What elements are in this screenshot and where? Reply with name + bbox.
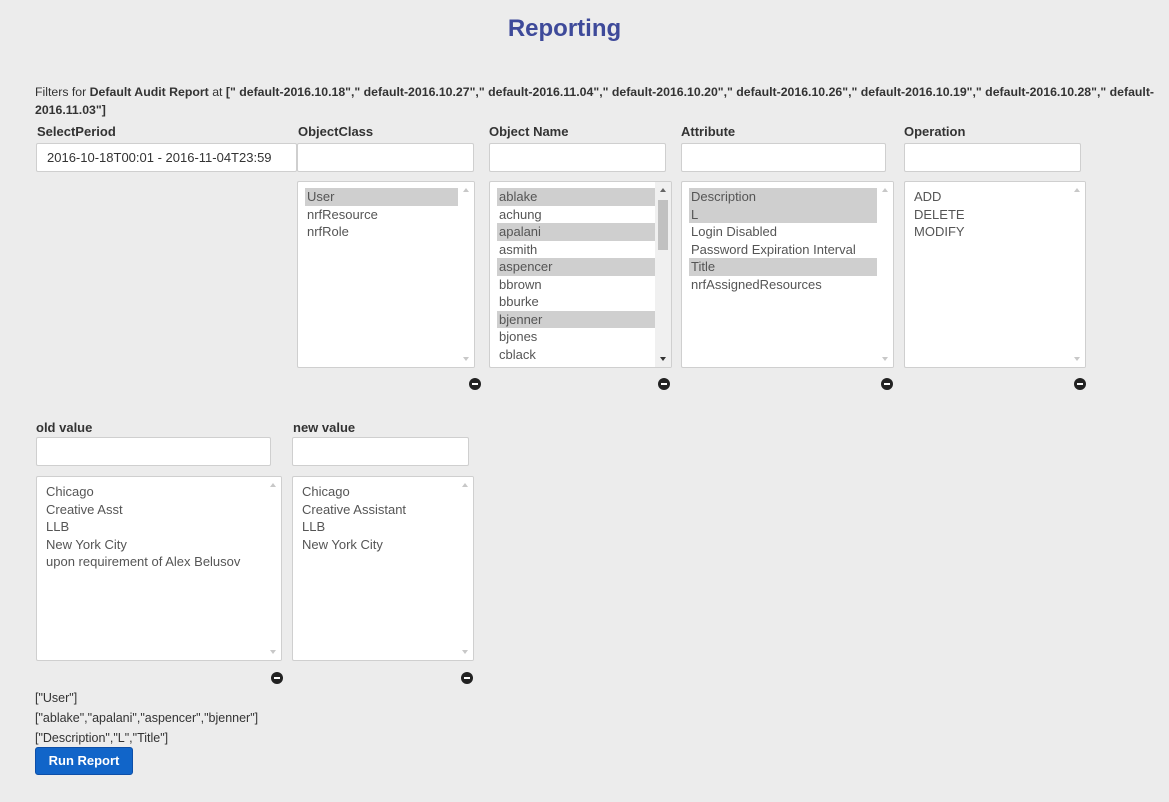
- scrollbar[interactable]: [457, 477, 473, 660]
- scroll-up-arrow-icon[interactable]: [660, 188, 666, 192]
- object-name-listbox[interactable]: ablake achung apalani asmith aspencer bbrown b…: [489, 181, 672, 368]
- selected-object-class-text: ["User"]: [35, 691, 78, 705]
- list-option[interactable]: bjones: [497, 328, 663, 346]
- scroll-down-arrow-icon[interactable]: [462, 650, 468, 654]
- scroll-down-arrow-icon[interactable]: [463, 357, 469, 361]
- list-option[interactable]: Title: [689, 258, 885, 276]
- list-option[interactable]: Chicago: [44, 483, 273, 501]
- object-class-listbox[interactable]: User nrfResource nrfRole: [297, 181, 475, 368]
- operation-listbox[interactable]: ADD DELETE MODIFY: [904, 181, 1086, 368]
- scroll-down-arrow-icon[interactable]: [660, 357, 666, 361]
- list-option[interactable]: User: [305, 188, 466, 206]
- scroll-down-arrow-icon[interactable]: [882, 357, 888, 361]
- filters-at: at: [212, 85, 223, 99]
- list-option[interactable]: nrfAssignedResources: [689, 276, 885, 294]
- attribute-filter-input[interactable]: [681, 143, 886, 172]
- scroll-down-arrow-icon[interactable]: [1074, 357, 1080, 361]
- clear-operation-icon[interactable]: [1074, 378, 1086, 390]
- list-option[interactable]: ADD: [912, 188, 1077, 206]
- new-value-listbox[interactable]: Chicago Creative Assistant LLB New York Cit…: [292, 476, 474, 661]
- list-option[interactable]: LLB: [300, 518, 465, 536]
- list-option[interactable]: New York City: [44, 536, 273, 554]
- scrollbar[interactable]: [877, 182, 893, 367]
- filters-prefix: Filters for: [35, 85, 87, 99]
- list-option[interactable]: asmith: [497, 241, 663, 259]
- list-option[interactable]: achung: [497, 206, 663, 224]
- list-option[interactable]: Login Disabled: [689, 223, 885, 241]
- select-period-label: SelectPeriod: [37, 124, 116, 139]
- attribute-label: Attribute: [681, 124, 736, 139]
- clear-new-value-icon[interactable]: [461, 672, 473, 684]
- list-option[interactable]: bjenner: [497, 310, 663, 328]
- clear-old-value-icon[interactable]: [271, 672, 283, 684]
- attribute-listbox[interactable]: Description L Login Disabled Password Expir…: [681, 181, 894, 368]
- list-option[interactable]: upon requirement of Alex Belusov: [44, 553, 273, 571]
- scroll-up-arrow-icon[interactable]: [270, 483, 276, 487]
- scrollbar[interactable]: [1069, 182, 1085, 367]
- list-option[interactable]: Creative Assistant: [300, 501, 465, 519]
- selected-attribute-text: ["Description","L","Title"]: [35, 731, 169, 745]
- filters-description: Filters for Default Audit Report at [" d…: [35, 83, 1160, 119]
- run-report-button[interactable]: Run Report: [35, 747, 133, 775]
- list-option[interactable]: bburke: [497, 293, 663, 311]
- list-option[interactable]: LLB: [44, 518, 273, 536]
- list-option[interactable]: bbrown: [497, 276, 663, 294]
- scrollbar[interactable]: [458, 182, 474, 367]
- scrollbar[interactable]: [655, 182, 671, 367]
- report-name: Default Audit Report: [89, 85, 209, 99]
- list-option[interactable]: DELETE: [912, 206, 1077, 224]
- operation-filter-input[interactable]: [904, 143, 1081, 172]
- scroll-up-arrow-icon[interactable]: [462, 483, 468, 487]
- list-option[interactable]: nrfRole: [305, 223, 466, 241]
- scroll-down-arrow-icon[interactable]: [270, 650, 276, 654]
- new-value-label: new value: [293, 420, 356, 435]
- list-option[interactable]: ablake: [497, 188, 663, 206]
- old-value-listbox[interactable]: Chicago Creative Asst LLB New York City upon…: [36, 476, 282, 661]
- list-option[interactable]: L: [689, 205, 885, 223]
- old-value-filter-input[interactable]: [36, 437, 271, 466]
- scrollbar[interactable]: [265, 477, 281, 660]
- selected-object-name-text: ["ablake","apalani","aspencer","bjenner"…: [35, 711, 259, 725]
- list-option[interactable]: cblack: [497, 346, 663, 364]
- list-option[interactable]: Password Expiration Interval: [689, 241, 885, 259]
- clear-object-class-icon[interactable]: [469, 378, 481, 390]
- list-option[interactable]: Description: [689, 188, 885, 206]
- object-name-label: Object Name: [489, 124, 569, 139]
- object-class-label: ObjectClass: [298, 124, 374, 139]
- object-name-filter-input[interactable]: [489, 143, 666, 172]
- operation-label: Operation: [904, 124, 966, 139]
- scrollbar-thumb[interactable]: [658, 200, 668, 250]
- list-option[interactable]: apalani: [497, 223, 663, 241]
- old-value-label: old value: [36, 420, 93, 435]
- list-option[interactable]: aspencer: [497, 258, 663, 276]
- new-value-filter-input[interactable]: [292, 437, 469, 466]
- list-option[interactable]: nrfResource: [305, 206, 466, 224]
- clear-attribute-icon[interactable]: [881, 378, 893, 390]
- object-class-filter-input[interactable]: [297, 143, 474, 172]
- scroll-up-arrow-icon[interactable]: [1074, 188, 1080, 192]
- list-option[interactable]: MODIFY: [912, 223, 1077, 241]
- scroll-up-arrow-icon[interactable]: [463, 188, 469, 192]
- list-option[interactable]: New York City: [300, 536, 465, 554]
- clear-object-name-icon[interactable]: [658, 378, 670, 390]
- page-title: Reporting: [507, 15, 622, 42]
- scroll-up-arrow-icon[interactable]: [882, 188, 888, 192]
- list-option[interactable]: Creative Asst: [44, 501, 273, 519]
- select-period-input[interactable]: 2016-10-18T00:01 - 2016-11-04T23:59: [36, 143, 297, 172]
- list-option[interactable]: Chicago: [300, 483, 465, 501]
